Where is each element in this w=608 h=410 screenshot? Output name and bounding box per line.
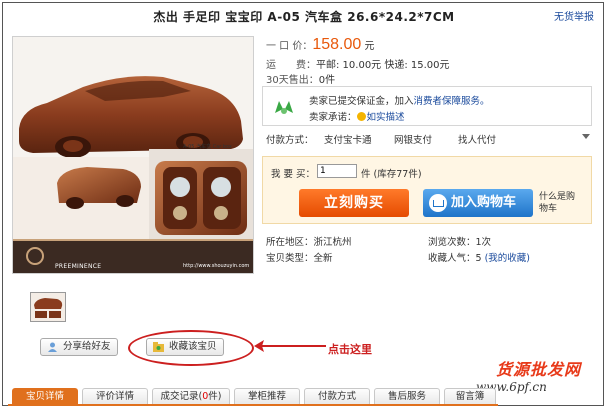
tab-item-details[interactable]: 宝贝详情: [12, 388, 78, 404]
add-to-cart-button[interactable]: 加入购物车: [423, 189, 533, 217]
shipping-value: 平邮: 10.00元 快递: 15.00元: [316, 60, 450, 71]
product-thumbnail[interactable]: [30, 292, 66, 322]
shipping-label: 运 费：: [266, 60, 316, 71]
product-title: 杰出 手足印 宝宝印 A-05 汽车盒 26.6*24.2*7CM: [153, 10, 455, 24]
quantity-input[interactable]: [317, 164, 357, 178]
popularity-info: 收藏人气：5 (我的收藏): [428, 250, 530, 264]
guarantee-text: 卖家已提交保证金，加入消费者保障服务。: [309, 93, 490, 107]
tab-transactions-prefix: 成交记录(: [160, 391, 203, 402]
sold-value: 0件: [318, 75, 336, 86]
payment-label: 付款方式：: [266, 135, 314, 146]
seller-promise: 卖家承诺： 如实描述: [309, 109, 405, 123]
handshake-icon: [275, 101, 293, 114]
location-label: 所在地区：: [266, 237, 314, 248]
views-info: 浏览次数：1次: [428, 234, 491, 248]
payment-method-alipay[interactable]: 支付宝卡通: [324, 132, 372, 146]
chevron-down-icon[interactable]: [582, 134, 590, 139]
tab-transactions[interactable]: 成交记录(0件): [152, 388, 230, 404]
image-caption: A-05 汽车盒 Car box: [183, 144, 232, 150]
as-described-link[interactable]: 如实描述: [367, 112, 405, 123]
location-info: 所在地区：浙江杭州: [266, 234, 352, 248]
payment-method-proxy[interactable]: 找人代付: [458, 132, 496, 146]
popularity-value: 5: [475, 253, 482, 264]
share-label: 分享给好友: [63, 341, 111, 352]
tab-transactions-suffix: 件): [208, 391, 222, 402]
share-button[interactable]: 分享给好友: [40, 338, 118, 356]
consumer-protection-link[interactable]: 消费者保障服务。: [414, 96, 490, 107]
tab-payment[interactable]: 付款方式: [304, 388, 370, 404]
detail-tabs: 宝贝详情 评价详情 成交记录(0件) 掌柜推荐 付款方式 售后服务 留言簿: [8, 386, 498, 406]
product-main-image[interactable]: A-05 汽车盒 Car box PREEMINENCE http://www.…: [12, 36, 254, 274]
product-photo-graphic: [13, 37, 253, 273]
tab-after-sales[interactable]: 售后服务: [374, 388, 440, 404]
annotation-text: 点击这里: [328, 343, 372, 356]
promise-icon: [356, 112, 366, 121]
type-label: 宝贝类型：: [266, 253, 314, 264]
seller-promise-label: 卖家承诺：: [309, 112, 357, 123]
report-link[interactable]: 无货举报: [554, 8, 594, 23]
highlight-ellipse: [128, 330, 254, 366]
annotation-arrow-icon: [254, 340, 326, 352]
sold-label: 30天售出：: [266, 75, 319, 86]
watermark-title: 货源批发网: [496, 360, 582, 379]
cart-icon: [429, 194, 447, 212]
add-to-cart-label: 加入购物车: [451, 195, 517, 210]
price-label: 一 口 价：: [266, 41, 313, 52]
price-unit: 元: [364, 41, 375, 52]
quantity-unit-stock: 件 (库存77件): [361, 169, 422, 180]
tab-reviews[interactable]: 评价详情: [82, 388, 148, 404]
purchase-box: 我 要 买： 件 (库存77件) 立刻购买 加入购物车 什么是购物车: [262, 156, 592, 224]
popularity-label: 收藏人气：: [428, 253, 476, 264]
buy-now-button[interactable]: 立刻购买: [299, 189, 409, 217]
my-favorites-link[interactable]: (我的收藏): [485, 253, 530, 264]
location-value: 浙江杭州: [313, 237, 352, 248]
type-info: 宝贝类型：全新: [266, 250, 333, 264]
payment-methods: 付款方式： 支付宝卡通 网银支付 找人代付: [266, 132, 592, 146]
guarantee-line1: 卖家已提交保证金，加入: [309, 96, 414, 107]
share-icon: [48, 342, 57, 352]
tab-guestbook[interactable]: 留言簿: [444, 388, 496, 404]
what-is-cart-link[interactable]: 什么是购物车: [539, 191, 579, 215]
quantity-label: 我 要 买：: [271, 169, 316, 180]
views-label: 浏览次数：: [428, 237, 476, 248]
thumbnail-graphic: [31, 293, 65, 321]
views-value: 1次: [475, 237, 492, 248]
tab-seller-recommend[interactable]: 掌柜推荐: [234, 388, 300, 404]
type-value: 全新: [313, 253, 333, 264]
price-value: 158.00: [312, 36, 362, 53]
guarantee-box: 卖家已提交保证金，加入消费者保障服务。 卖家承诺： 如实描述: [262, 86, 592, 126]
image-brand: PREEMINENCE: [55, 263, 102, 270]
payment-method-bank[interactable]: 网银支付: [394, 132, 432, 146]
image-site-url: http://www.shouzuyin.com: [183, 263, 250, 269]
